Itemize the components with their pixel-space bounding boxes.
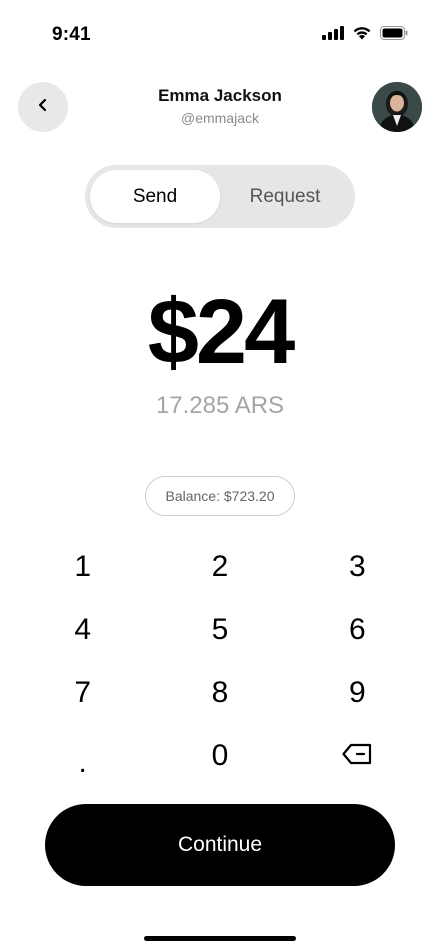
- home-indicator: [144, 936, 296, 941]
- converted-amount: 17.285 ARS: [155, 392, 285, 419]
- status-time: 9:41: [52, 24, 91, 45]
- battery-icon: [380, 26, 408, 45]
- tab-request[interactable]: Request: [220, 170, 350, 223]
- send-request-toggle: Send Request: [85, 165, 355, 228]
- key-4[interactable]: 4: [14, 598, 151, 661]
- status-icons: [322, 26, 408, 45]
- key-backspace[interactable]: [289, 724, 426, 787]
- key-3[interactable]: 3: [289, 535, 426, 598]
- amount-display: $24: [147, 281, 296, 383]
- key-7[interactable]: 7: [14, 661, 151, 724]
- key-6[interactable]: 6: [289, 598, 426, 661]
- key-1[interactable]: 1: [14, 535, 151, 598]
- cellular-signal-icon: [322, 26, 344, 45]
- key-0[interactable]: 0: [151, 724, 288, 787]
- key-8[interactable]: 8: [151, 661, 288, 724]
- wifi-icon: [352, 26, 372, 45]
- avatar[interactable]: [372, 82, 422, 132]
- tab-send[interactable]: Send: [90, 170, 220, 223]
- numeric-keypad: 1 2 3 4 5 6 7 8 9 . 0: [14, 535, 426, 787]
- header: Emma Jackson @emmajack: [0, 82, 440, 134]
- backspace-icon: [342, 739, 372, 773]
- continue-button[interactable]: Continue: [45, 804, 395, 886]
- status-bar: 9:41: [0, 0, 440, 70]
- key-9[interactable]: 9: [289, 661, 426, 724]
- key-2[interactable]: 2: [151, 535, 288, 598]
- key-decimal[interactable]: .: [14, 724, 151, 787]
- balance-badge: Balance: $723.20: [145, 476, 295, 516]
- key-5[interactable]: 5: [151, 598, 288, 661]
